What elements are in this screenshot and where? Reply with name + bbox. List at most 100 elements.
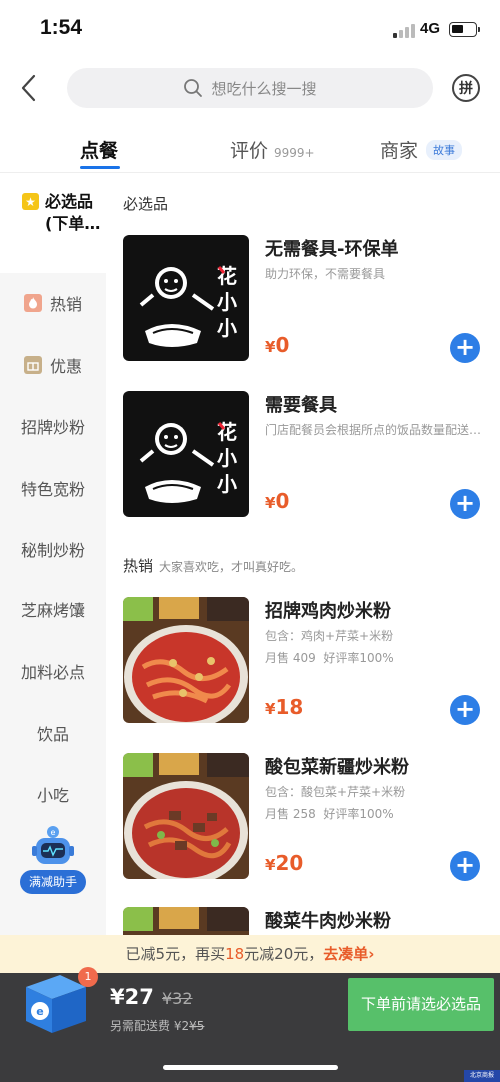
search-input[interactable]: 想吃什么搜一搜 (67, 68, 433, 108)
tab-merchant[interactable]: 商家 故事 (380, 136, 463, 163)
currency-symbol: ¥ (265, 494, 276, 512)
search-placeholder: 想吃什么搜一搜 (211, 79, 317, 98)
sidebar-item-label: 加料必点 (20, 663, 85, 682)
sidebar-item-required[interactable]: ★ 必选品 (下单… (0, 173, 106, 273)
item-desc: 包含：鸡肉+芹菜+米粉 (265, 629, 394, 643)
sidebar-item-label: 小吃 (36, 786, 69, 805)
sidebar-item-label: 特色宽粉 (20, 480, 85, 499)
chevron-left-icon (21, 74, 36, 102)
review-count: 9999+ (274, 146, 315, 160)
item-image: 花 小 小 (123, 235, 249, 361)
sidebar-item-hot[interactable]: 热销 (0, 273, 106, 333)
menu-item[interactable]: 酸菜牛肉炒米粉 (123, 907, 493, 935)
item-image (123, 753, 249, 879)
promo-text: 已减5元，再买 (125, 945, 226, 963)
delivery-fee-now: ¥2 (173, 1019, 190, 1033)
price-value: 0 (275, 489, 290, 513)
battery-icon (449, 22, 480, 37)
tab-order[interactable]: 点餐 (80, 136, 118, 163)
sidebar-item-signature[interactable]: 招牌炒粉 (0, 396, 106, 456)
network-label: 4G (420, 20, 441, 37)
svg-text:e: e (51, 828, 56, 837)
item-name: 酸包菜新疆炒米粉 (265, 757, 409, 778)
item-price: ¥18 (265, 695, 303, 719)
menu-item[interactable]: 花 小 小 需要餐具 门店配餐员会根据所点的饭品数量配送餐具 ¥0 + (123, 391, 493, 521)
sidebar-item-addons[interactable]: 加料必点 (0, 641, 106, 701)
tab-active-indicator (80, 166, 120, 169)
status-time: 1:54 (40, 16, 83, 39)
section-title-required: 必选品 (123, 193, 168, 214)
discount-helper-button[interactable]: e 满减助手 (20, 824, 86, 899)
menu-item[interactable]: 花 小 小 无需餐具-环保单 助力环保，不需要餐具 ¥0 + (123, 235, 493, 365)
sidebar-item-wide-noodle[interactable]: 特色宽粉 (0, 458, 106, 518)
tab-bar: 点餐 评价 9999+ 商家 故事 (0, 128, 500, 173)
section-desc: 大家喜欢吃，才叫真好吃。 (159, 560, 304, 574)
sidebar-item-discount[interactable]: 优惠 (0, 335, 106, 395)
menu-list: 必选品 花 小 小 无需餐具-环保单 助力环保，不需要餐具 ¥0 + 花 小 小… (106, 173, 500, 935)
add-more-link[interactable]: 去凑单 (323, 945, 368, 963)
section-title-hot: 热销 大家喜欢吃，才叫真好吃。 (123, 555, 303, 576)
item-price: ¥0 (265, 333, 289, 357)
svg-text:小: 小 (217, 290, 237, 314)
sidebar-item-label: 招牌炒粉 (20, 418, 85, 437)
sidebar-item-label: 芝麻烤馕 (20, 601, 85, 620)
item-sales: 月售 258 (265, 807, 316, 821)
item-desc: 包含：酸包菜+芹菜+米粉 (265, 785, 406, 799)
sidebar-item-label-line2: (下单… (45, 214, 101, 233)
watermark-logo: 北京商报 (464, 1070, 500, 1082)
sidebar-item-label: 热销 (49, 295, 82, 314)
plus-icon: + (454, 489, 476, 517)
menu-item[interactable]: 招牌鸡肉炒米粉 包含：鸡肉+芹菜+米粉 月售 409 好评率100% ¥18 + (123, 597, 493, 727)
sidebar-item-label: 优惠 (49, 357, 82, 376)
add-to-cart-button[interactable]: + (450, 333, 480, 363)
sidebar-item-drinks[interactable]: 饮品 (0, 703, 106, 763)
checkout-button[interactable]: 下单前请选必选品 (348, 978, 494, 1031)
star-icon: ★ (22, 193, 39, 210)
promo-amount: 18 (225, 945, 245, 963)
delivery-fee-label: 另需配送费 (110, 1019, 171, 1033)
back-button[interactable] (14, 70, 48, 106)
delivery-fee-old: ¥5 (189, 1019, 205, 1033)
sidebar-item-label: 秘制炒粉 (20, 541, 85, 560)
tab-reviews-label: 评价 (230, 140, 269, 162)
add-to-cart-button[interactable]: + (450, 695, 480, 725)
group-order-button[interactable]: 拼 (452, 74, 480, 102)
home-indicator (163, 1065, 338, 1070)
price-value: 18 (275, 695, 304, 719)
tab-merchant-label: 商家 (380, 140, 419, 162)
sidebar-item-label: 饮品 (36, 725, 69, 744)
menu-item[interactable]: 酸包菜新疆炒米粉 包含：酸包菜+芹菜+米粉 月售 258 好评率100% ¥20… (123, 753, 493, 883)
svg-text:小: 小 (217, 446, 237, 470)
currency-symbol: ¥ (265, 856, 276, 874)
item-rating: 好评率100% (323, 651, 394, 665)
item-image: 花 小 小 (123, 391, 249, 517)
status-bar: 1:54 4G (0, 0, 500, 60)
tab-order-label: 点餐 (80, 140, 119, 162)
tab-reviews[interactable]: 评价 9999+ (230, 136, 315, 163)
sidebar-item-naan[interactable]: 芝麻烤馕 (0, 579, 106, 639)
sidebar-item-label-line1: 必选品 (45, 192, 94, 211)
search-icon (184, 79, 203, 97)
category-sidebar: ★ 必选品 (下单… 热销 优惠 招牌炒粉 特色宽粉 秘制炒粉 芝麻烤馕 加料必… (0, 173, 106, 935)
add-to-cart-button[interactable]: + (450, 851, 480, 881)
add-to-cart-button[interactable]: + (450, 489, 480, 519)
sidebar-item-snacks[interactable]: 小吃 (0, 764, 106, 824)
item-price: ¥20 (265, 851, 303, 875)
item-rating: 好评率100% (323, 807, 394, 821)
item-stats: 月售 409 好评率100% (265, 649, 487, 666)
fire-icon (23, 294, 42, 312)
item-price: ¥0 (265, 489, 289, 513)
price-value: 0 (275, 333, 290, 357)
delivery-fee: 另需配送费 ¥2¥5 (110, 1017, 204, 1034)
plus-icon: + (454, 695, 476, 723)
item-name: 招牌鸡肉炒米粉 (265, 601, 391, 622)
signal-icon (393, 24, 415, 38)
item-stats: 月售 258 好评率100% (265, 805, 487, 822)
cart-original-price: ¥32 (162, 989, 193, 1008)
item-sales: 月售 409 (265, 651, 316, 665)
svg-text:e: e (36, 1005, 43, 1018)
currency-symbol: ¥ (265, 338, 276, 356)
chevron-right-icon: › (368, 945, 375, 963)
sidebar-item-secret[interactable]: 秘制炒粉 (0, 519, 106, 579)
price-value: 20 (275, 851, 304, 875)
